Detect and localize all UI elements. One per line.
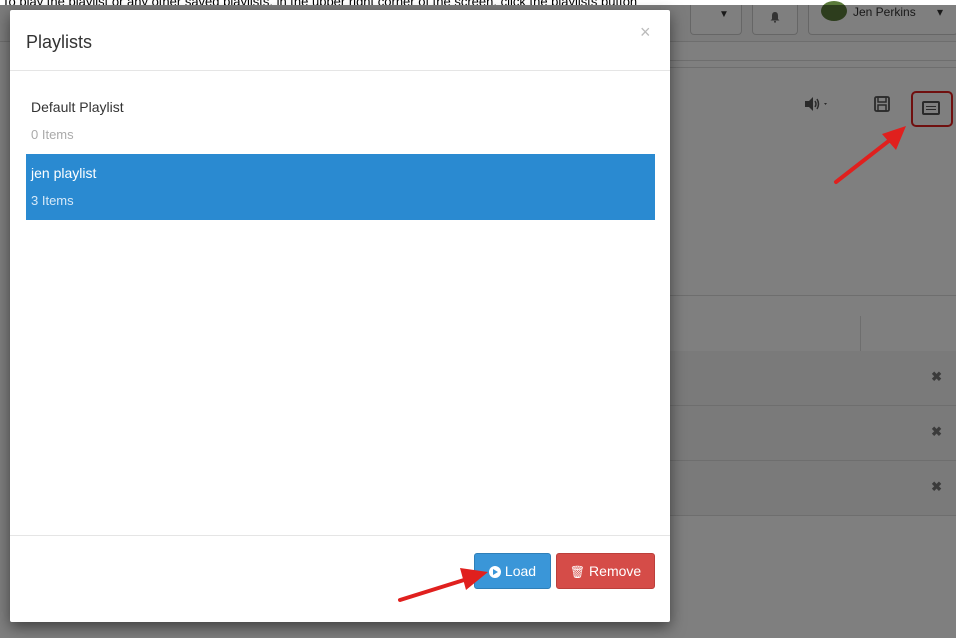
- playlist-item-default[interactable]: Default Playlist 0 Items: [26, 88, 655, 154]
- close-icon[interactable]: ×: [640, 22, 651, 43]
- playlist-item-jen[interactable]: jen playlist 3 Items: [26, 154, 655, 220]
- play-circle-icon: [488, 566, 501, 579]
- load-button-label: Load: [504, 563, 537, 579]
- load-button[interactable]: Load: [474, 553, 551, 589]
- playlist-list: Default Playlist 0 Items jen playlist 3 …: [26, 88, 655, 220]
- playlists-modal: Playlists × Default Playlist 0 Items jen…: [10, 10, 670, 622]
- trash-icon: 🗑: [569, 565, 586, 580]
- remove-button-label: Remove: [589, 563, 642, 579]
- playlist-item-count: 3 Items: [31, 193, 74, 208]
- playlist-name: Default Playlist: [31, 99, 124, 115]
- modal-footer: Load 🗑 Remove: [10, 535, 670, 623]
- playlist-item-count: 0 Items: [31, 127, 74, 142]
- modal-title: Playlists: [26, 32, 93, 52]
- remove-button[interactable]: 🗑 Remove: [556, 553, 655, 589]
- modal-header: Playlists ×: [10, 10, 670, 71]
- playlist-name: jen playlist: [31, 165, 97, 181]
